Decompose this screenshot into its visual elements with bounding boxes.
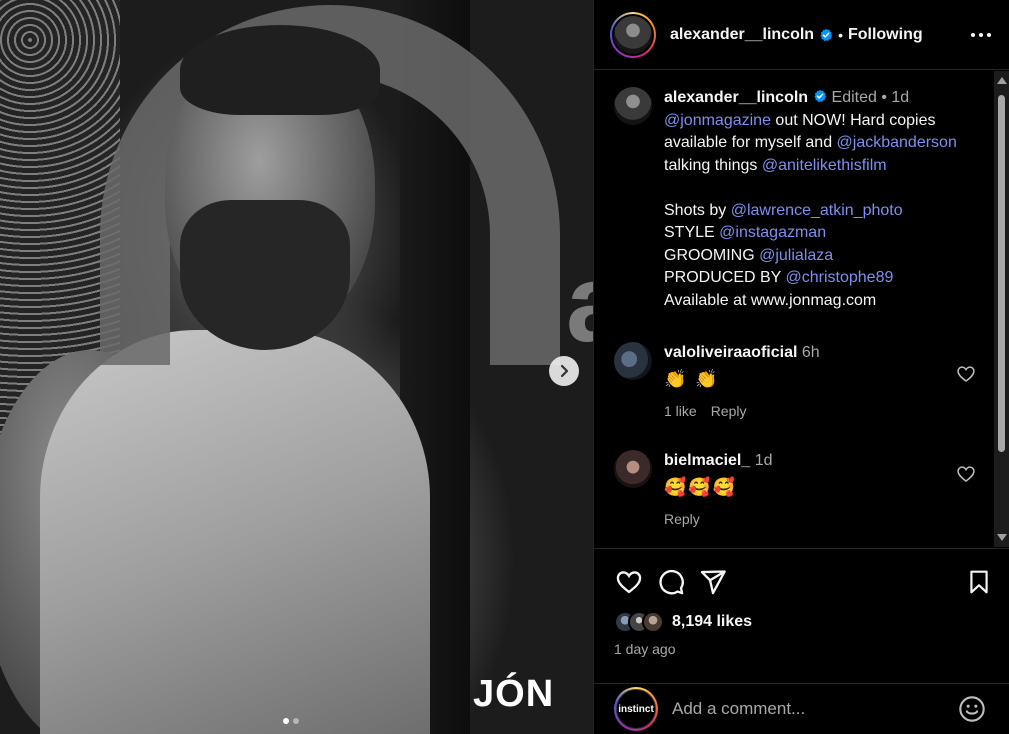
comment-like-count[interactable]: 1 like <box>664 400 697 422</box>
caption-separator: • <box>881 89 887 106</box>
comment-icon <box>659 569 684 595</box>
comment-time[interactable]: 6h <box>802 344 820 361</box>
share-button[interactable] <box>698 567 728 597</box>
more-horizontal-icon <box>971 32 975 37</box>
caption-available-line: Available at www.jonmag.com <box>664 291 877 309</box>
scroll-up-icon[interactable] <box>997 77 1007 84</box>
comment-time[interactable]: 1d <box>755 452 773 469</box>
caption-time[interactable]: 1d <box>891 89 909 106</box>
comment-item: bielmaciel_ 1d 🥰🥰🥰 Reply <box>594 450 1009 530</box>
add-comment-input[interactable] <box>672 699 958 719</box>
commenter-avatar[interactable] <box>614 342 652 380</box>
mention-link[interactable]: @jonmagazine <box>664 112 771 129</box>
post-caption: alexander__lincoln Edited • 1d @jonmagaz… <box>594 71 1009 312</box>
bookmark-icon <box>970 570 988 594</box>
save-button[interactable] <box>964 567 994 597</box>
carousel-dot <box>293 718 299 724</box>
credit-label: PRODUCED BY <box>664 269 786 286</box>
chevron-right-icon <box>560 364 569 378</box>
credit-label: GROOMING <box>664 246 760 264</box>
heart-icon[interactable] <box>956 364 976 384</box>
author-avatar <box>612 13 654 56</box>
background-lettering: a <box>566 240 593 367</box>
post-actions: 8,194 likes 1 day ago <box>594 548 1009 657</box>
comment-reply-button[interactable]: Reply <box>664 508 700 530</box>
commenter-avatar[interactable] <box>614 450 652 488</box>
caption-edited-label: Edited <box>831 89 877 106</box>
mention-link[interactable]: @jackbanderson <box>837 134 957 151</box>
send-icon <box>700 570 726 595</box>
post-header: alexander__lincoln • Following <box>594 0 1009 70</box>
comment-body: valoliveiraaoficial 6h 👏 👏 1 like Reply <box>664 342 820 422</box>
mention-link[interactable]: @lawrence_atkin_photo <box>731 202 903 219</box>
likes-count[interactable]: 8,194 likes <box>672 613 752 631</box>
verified-badge-icon <box>820 28 833 41</box>
mention-link[interactable]: @julialaza <box>759 247 833 264</box>
comments-scroll-area[interactable]: alexander__lincoln Edited • 1d @jonmagaz… <box>594 71 1009 547</box>
post-media[interactable]: a JÓN <box>0 0 593 734</box>
post-sidebar: alexander__lincoln • Following alexander… <box>593 0 1009 734</box>
magazine-logo: JÓN <box>473 673 555 715</box>
comment-text: 👏 👏 <box>664 369 720 389</box>
photo-tank-top <box>40 330 430 734</box>
comment-reply-button[interactable]: Reply <box>711 400 747 422</box>
header-separator: • <box>838 26 843 43</box>
author-avatar-story-ring[interactable] <box>610 11 656 58</box>
carousel-indicator <box>283 718 299 724</box>
add-comment-bar: instinct <box>594 683 1009 734</box>
commenter-username[interactable]: valoliveiraaoficial <box>664 344 797 361</box>
scrollbar-thumb[interactable] <box>998 95 1005 452</box>
comment-button[interactable] <box>656 567 686 597</box>
like-button[interactable] <box>614 567 644 597</box>
caption-username[interactable]: alexander__lincoln <box>664 89 808 106</box>
next-image-button[interactable] <box>549 356 579 386</box>
mention-link[interactable]: @christophe89 <box>786 269 894 286</box>
comment-body: bielmaciel_ 1d 🥰🥰🥰 Reply <box>664 450 773 530</box>
carousel-dot-active <box>283 718 289 724</box>
scroll-down-icon[interactable] <box>997 534 1007 541</box>
photo-hair <box>180 25 380 115</box>
author-username[interactable]: alexander__lincoln <box>670 26 814 44</box>
heart-icon <box>616 571 642 594</box>
post-timestamp[interactable]: 1 day ago <box>614 641 994 657</box>
liker-avatar <box>642 611 664 633</box>
caption-line: talking things <box>664 156 762 174</box>
following-button[interactable]: Following <box>848 26 923 44</box>
comment-item: valoliveiraaoficial 6h 👏 👏 1 like Reply <box>594 342 1009 422</box>
caption-text: alexander__lincoln Edited • 1d @jonmagaz… <box>664 87 980 312</box>
smiley-icon[interactable] <box>958 695 986 723</box>
mention-link[interactable]: @anitelikethisfilm <box>762 157 887 174</box>
mention-link[interactable]: @instagazman <box>719 224 826 241</box>
likes-summary[interactable]: 8,194 likes <box>614 611 994 633</box>
commenter-username[interactable]: bielmaciel_ <box>664 452 750 469</box>
verified-badge-icon <box>814 89 827 103</box>
credit-label: STYLE <box>664 224 720 241</box>
photo-beard <box>180 200 350 350</box>
credit-label: Shots by <box>664 201 731 219</box>
liker-avatars <box>614 611 664 633</box>
heart-icon[interactable] <box>956 464 976 484</box>
viewer-avatar-ring[interactable]: instinct <box>614 687 658 731</box>
more-options-button[interactable] <box>967 27 995 43</box>
caption-author-avatar[interactable] <box>614 87 652 125</box>
comments-scrollbar[interactable] <box>994 71 1009 547</box>
viewer-avatar: instinct <box>616 689 656 729</box>
comment-text: 🥰🥰🥰 <box>664 477 738 497</box>
